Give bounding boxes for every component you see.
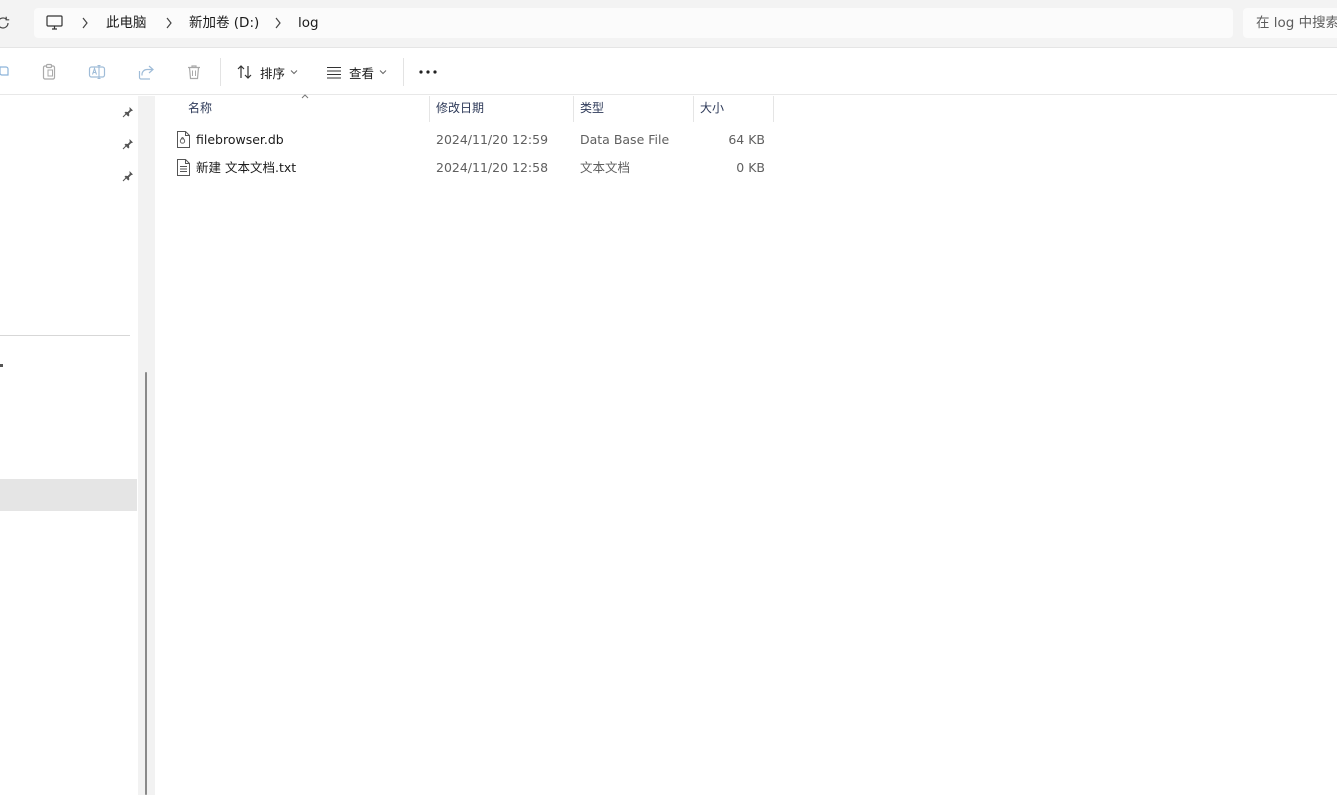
more-options-button[interactable] [416, 59, 440, 85]
nav-expand-chevron-icon[interactable] [0, 364, 3, 367]
chevron-down-icon [379, 70, 387, 75]
breadcrumb-volume-d[interactable]: 新加卷 (D:) [189, 14, 259, 32]
file-type: 文本文档 [580, 160, 631, 175]
rename-icon [88, 64, 106, 80]
file-row[interactable]: filebrowser.db 2024/11/20 12:59 Data Bas… [171, 127, 775, 153]
search-input[interactable]: 在 log 中搜索 [1243, 8, 1337, 38]
pin-icon[interactable] [122, 170, 134, 182]
delete-icon [188, 65, 200, 80]
refresh-icon[interactable] [0, 14, 12, 32]
pin-icon[interactable] [122, 106, 134, 118]
toolbar-separator [403, 58, 404, 86]
sort-label: 排序 [260, 65, 286, 81]
view-menu-button[interactable]: 查看 [325, 59, 387, 85]
file-type: Data Base File [580, 132, 670, 147]
nav-scrollbar-thumb[interactable] [145, 372, 147, 795]
share-button[interactable] [134, 59, 158, 85]
pin-icon[interactable] [122, 138, 134, 150]
sort-ascending-icon [301, 94, 309, 99]
file-row[interactable]: 新建 文本文档.txt 2024/11/20 12:58 文本文档 0 KB [171, 155, 775, 181]
nav-section-divider [0, 335, 130, 336]
file-size: 64 KB [728, 132, 765, 147]
view-label: 查看 [349, 65, 375, 81]
file-name: filebrowser.db [196, 132, 284, 147]
new-button[interactable] [0, 59, 18, 85]
address-toolbar: 此电脑 新加卷 (D:) log 在 log 中搜索 [0, 0, 1337, 48]
chevron-down-icon [290, 70, 298, 75]
column-header-modified[interactable]: 修改日期 [436, 96, 484, 122]
db-file-icon [177, 131, 190, 148]
column-divider[interactable] [693, 96, 694, 122]
new-icon [0, 66, 9, 76]
delete-button[interactable] [182, 59, 206, 85]
nav-item-selected[interactable] [0, 479, 137, 511]
share-icon [138, 65, 154, 80]
chevron-right-icon[interactable] [81, 17, 89, 29]
this-pc-icon[interactable] [46, 15, 63, 31]
breadcrumb-log[interactable]: log [298, 14, 319, 32]
column-divider[interactable] [573, 96, 574, 122]
file-modified-date: 2024/11/20 12:58 [436, 160, 549, 175]
toolbar-separator [220, 58, 221, 86]
column-header-size[interactable]: 大小 [700, 96, 724, 122]
sort-icon [237, 65, 252, 79]
file-size: 0 KB [736, 160, 765, 175]
column-divider[interactable] [773, 96, 774, 122]
text-file-icon [177, 159, 190, 176]
column-divider[interactable] [429, 96, 430, 122]
search-placeholder: 在 log 中搜索 [1256, 15, 1337, 31]
paste-icon [42, 63, 56, 80]
rename-button[interactable] [85, 59, 109, 85]
file-list-pane: 名称 修改日期 类型 大小 filebrowser.db 2024/11/20 … [155, 94, 1337, 795]
command-bar: 排序 查看 [0, 49, 1337, 95]
column-header-name[interactable]: 名称 [188, 96, 212, 122]
file-explorer-window: 此电脑 新加卷 (D:) log 在 log 中搜索 排序 查看 名称 修改日期… [0, 0, 1337, 795]
file-name: 新建 文本文档.txt [196, 160, 297, 175]
address-bar[interactable]: 此电脑 新加卷 (D:) log [34, 8, 1233, 38]
chevron-right-icon[interactable] [274, 17, 282, 29]
column-header-type[interactable]: 类型 [580, 96, 604, 122]
sort-menu-button[interactable]: 排序 [236, 59, 298, 85]
breadcrumb-this-pc[interactable]: 此电脑 [106, 14, 147, 32]
paste-button[interactable] [37, 59, 61, 85]
file-modified-date: 2024/11/20 12:59 [436, 132, 549, 147]
navigation-pane [0, 96, 138, 795]
chevron-right-icon[interactable] [165, 17, 173, 29]
more-icon [419, 70, 437, 74]
view-icon [327, 66, 341, 79]
